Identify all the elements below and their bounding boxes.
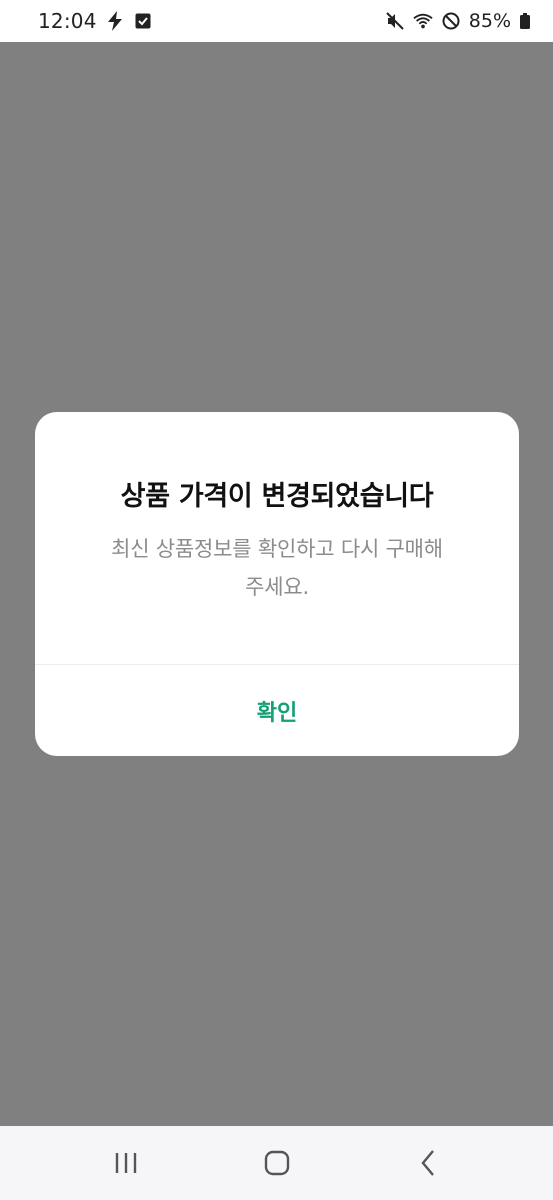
status-bar: 12:04 85% xyxy=(0,0,553,42)
status-time: 12:04 xyxy=(38,9,97,33)
confirm-button[interactable]: 확인 xyxy=(35,665,519,756)
wifi-icon xyxy=(413,11,433,31)
mute-icon xyxy=(385,11,405,31)
status-bar-right: 85% xyxy=(385,10,531,32)
recent-apps-button[interactable] xyxy=(96,1133,156,1193)
home-icon xyxy=(264,1150,289,1176)
dialog-title: 상품 가격이 변경되었습니다 xyxy=(120,481,434,512)
dialog-message: 최신 상품정보를 확인하고 다시 구매해 주세요. xyxy=(75,530,479,606)
status-bar-left: 12:04 xyxy=(38,9,153,33)
dialog-message-line-1: 최신 상품정보를 확인하고 다시 구매해 xyxy=(111,537,443,561)
do-not-disturb-icon xyxy=(441,11,461,31)
back-icon xyxy=(420,1150,434,1176)
navigation-bar xyxy=(0,1126,553,1200)
battery-icon xyxy=(519,11,531,31)
back-button[interactable] xyxy=(398,1133,458,1193)
recent-apps-icon xyxy=(115,1153,136,1173)
battery-percent: 85% xyxy=(468,10,511,32)
price-changed-dialog: 상품 가격이 변경되었습니다 최신 상품정보를 확인하고 다시 구매해 주세요.… xyxy=(35,412,519,756)
checkbox-notification-icon xyxy=(133,11,153,31)
flash-icon xyxy=(105,11,125,31)
home-button[interactable] xyxy=(247,1133,307,1193)
dialog-message-line-2: 주세요. xyxy=(245,575,309,599)
